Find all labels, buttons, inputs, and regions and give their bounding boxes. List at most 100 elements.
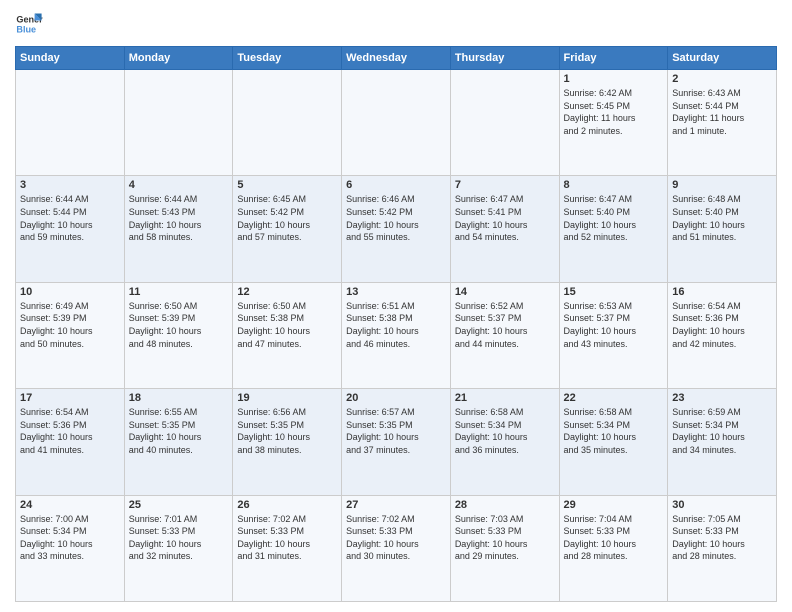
day-cell: 11 Sunrise: 6:50 AM Sunset: 5:39 PM Dayli…: [124, 282, 233, 388]
week-row-2: 3 Sunrise: 6:44 AM Sunset: 5:44 PM Daylig…: [16, 176, 777, 282]
weekday-header-wednesday: Wednesday: [342, 47, 451, 70]
day-info: Sunrise: 6:54 AM Sunset: 5:36 PM Dayligh…: [20, 406, 120, 456]
weekday-header-thursday: Thursday: [450, 47, 559, 70]
day-number: 13: [346, 286, 446, 298]
day-info: Sunrise: 7:04 AM Sunset: 5:33 PM Dayligh…: [564, 513, 664, 563]
day-cell: 2 Sunrise: 6:43 AM Sunset: 5:44 PM Daylig…: [668, 70, 777, 176]
day-number: 18: [129, 392, 229, 404]
weekday-header-sunday: Sunday: [16, 47, 125, 70]
day-number: 24: [20, 499, 120, 511]
day-cell: 25 Sunrise: 7:01 AM Sunset: 5:33 PM Dayli…: [124, 495, 233, 601]
day-cell: 10 Sunrise: 6:49 AM Sunset: 5:39 PM Dayli…: [16, 282, 125, 388]
page: General Blue SundayMondayTuesdayWednesda…: [0, 0, 792, 612]
day-cell: 22 Sunrise: 6:58 AM Sunset: 5:34 PM Dayli…: [559, 389, 668, 495]
day-cell: 27 Sunrise: 7:02 AM Sunset: 5:33 PM Dayli…: [342, 495, 451, 601]
day-number: 4: [129, 179, 229, 191]
week-row-5: 24Sunrise: 7:00 AM Sunset: 5:34 PM Dayli…: [16, 495, 777, 601]
calendar-table: SundayMondayTuesdayWednesdayThursdayFrid…: [15, 46, 777, 602]
day-info: Sunrise: 6:58 AM Sunset: 5:34 PM Dayligh…: [455, 406, 555, 456]
day-cell: 17 Sunrise: 6:54 AM Sunset: 5:36 PM Dayli…: [16, 389, 125, 495]
day-number: 8: [564, 179, 664, 191]
day-cell: 28 Sunrise: 7:03 AM Sunset: 5:33 PM Dayli…: [450, 495, 559, 601]
day-cell: 18 Sunrise: 6:55 AM Sunset: 5:35 PM Dayli…: [124, 389, 233, 495]
day-info: Sunrise: 6:47 AM Sunset: 5:40 PM Dayligh…: [564, 193, 664, 243]
weekday-header-saturday: Saturday: [668, 47, 777, 70]
day-number: 29: [564, 499, 664, 511]
day-number: 26: [237, 499, 337, 511]
day-number: 6: [346, 179, 446, 191]
day-info: Sunrise: 6:44 AM Sunset: 5:44 PM Dayligh…: [20, 193, 120, 243]
logo-icon: General Blue: [15, 10, 43, 38]
day-number: 11: [129, 286, 229, 298]
day-info: Sunrise: 6:49 AM Sunset: 5:39 PM Dayligh…: [20, 300, 120, 350]
week-row-4: 17 Sunrise: 6:54 AM Sunset: 5:36 PM Dayli…: [16, 389, 777, 495]
day-number: 10: [20, 286, 120, 298]
day-cell: 4 Sunrise: 6:44 AM Sunset: 5:43 PM Daylig…: [124, 176, 233, 282]
day-info: Sunrise: 6:52 AM Sunset: 5:37 PM Dayligh…: [455, 300, 555, 350]
day-info: Sunrise: 6:48 AM Sunset: 5:40 PM Dayligh…: [672, 193, 772, 243]
day-info: Sunrise: 6:51 AM Sunset: 5:38 PM Dayligh…: [346, 300, 446, 350]
day-cell: 23 Sunrise: 6:59 AM Sunset: 5:34 PM Dayli…: [668, 389, 777, 495]
day-info: Sunrise: 7:03 AM Sunset: 5:33 PM Dayligh…: [455, 513, 555, 563]
day-cell: 16Sunrise: 6:54 AM Sunset: 5:36 PM Dayli…: [668, 282, 777, 388]
day-info: Sunrise: 6:55 AM Sunset: 5:35 PM Dayligh…: [129, 406, 229, 456]
day-number: 28: [455, 499, 555, 511]
day-cell: 26 Sunrise: 7:02 AM Sunset: 5:33 PM Dayli…: [233, 495, 342, 601]
day-cell: 12 Sunrise: 6:50 AM Sunset: 5:38 PM Dayli…: [233, 282, 342, 388]
day-number: 12: [237, 286, 337, 298]
day-number: 3: [20, 179, 120, 191]
day-cell: 24Sunrise: 7:00 AM Sunset: 5:34 PM Dayli…: [16, 495, 125, 601]
day-info: Sunrise: 6:44 AM Sunset: 5:43 PM Dayligh…: [129, 193, 229, 243]
day-info: Sunrise: 6:53 AM Sunset: 5:37 PM Dayligh…: [564, 300, 664, 350]
day-cell: 8 Sunrise: 6:47 AM Sunset: 5:40 PM Daylig…: [559, 176, 668, 282]
logo: General Blue: [15, 10, 43, 38]
day-number: 2: [672, 73, 772, 85]
day-number: 23: [672, 392, 772, 404]
day-cell: 29 Sunrise: 7:04 AM Sunset: 5:33 PM Dayli…: [559, 495, 668, 601]
day-number: 21: [455, 392, 555, 404]
day-number: 19: [237, 392, 337, 404]
day-info: Sunrise: 6:54 AM Sunset: 5:36 PM Dayligh…: [672, 300, 772, 350]
week-row-1: 1 Sunrise: 6:42 AM Sunset: 5:45 PM Daylig…: [16, 70, 777, 176]
day-info: Sunrise: 6:46 AM Sunset: 5:42 PM Dayligh…: [346, 193, 446, 243]
day-info: Sunrise: 6:59 AM Sunset: 5:34 PM Dayligh…: [672, 406, 772, 456]
day-cell: 19Sunrise: 6:56 AM Sunset: 5:35 PM Dayli…: [233, 389, 342, 495]
day-cell: 7 Sunrise: 6:47 AM Sunset: 5:41 PM Daylig…: [450, 176, 559, 282]
day-info: Sunrise: 7:05 AM Sunset: 5:33 PM Dayligh…: [672, 513, 772, 563]
day-number: 22: [564, 392, 664, 404]
weekday-header-friday: Friday: [559, 47, 668, 70]
day-info: Sunrise: 6:43 AM Sunset: 5:44 PM Dayligh…: [672, 87, 772, 137]
day-cell: 21 Sunrise: 6:58 AM Sunset: 5:34 PM Dayli…: [450, 389, 559, 495]
day-number: 1: [564, 73, 664, 85]
weekday-header-tuesday: Tuesday: [233, 47, 342, 70]
day-number: 14: [455, 286, 555, 298]
svg-text:Blue: Blue: [16, 24, 36, 34]
day-number: 30: [672, 499, 772, 511]
day-info: Sunrise: 6:45 AM Sunset: 5:42 PM Dayligh…: [237, 193, 337, 243]
day-number: 25: [129, 499, 229, 511]
day-number: 9: [672, 179, 772, 191]
day-cell: 20Sunrise: 6:57 AM Sunset: 5:35 PM Dayli…: [342, 389, 451, 495]
day-cell: [233, 70, 342, 176]
day-number: 7: [455, 179, 555, 191]
weekday-header-row: SundayMondayTuesdayWednesdayThursdayFrid…: [16, 47, 777, 70]
day-cell: 6 Sunrise: 6:46 AM Sunset: 5:42 PM Daylig…: [342, 176, 451, 282]
weekday-header-monday: Monday: [124, 47, 233, 70]
day-info: Sunrise: 7:02 AM Sunset: 5:33 PM Dayligh…: [346, 513, 446, 563]
day-info: Sunrise: 6:50 AM Sunset: 5:38 PM Dayligh…: [237, 300, 337, 350]
header: General Blue: [15, 10, 777, 38]
day-info: Sunrise: 6:42 AM Sunset: 5:45 PM Dayligh…: [564, 87, 664, 137]
week-row-3: 10 Sunrise: 6:49 AM Sunset: 5:39 PM Dayli…: [16, 282, 777, 388]
day-cell: [16, 70, 125, 176]
day-cell: [450, 70, 559, 176]
day-number: 27: [346, 499, 446, 511]
day-info: Sunrise: 6:58 AM Sunset: 5:34 PM Dayligh…: [564, 406, 664, 456]
day-number: 17: [20, 392, 120, 404]
day-cell: 3 Sunrise: 6:44 AM Sunset: 5:44 PM Daylig…: [16, 176, 125, 282]
day-info: Sunrise: 6:47 AM Sunset: 5:41 PM Dayligh…: [455, 193, 555, 243]
day-cell: 5Sunrise: 6:45 AM Sunset: 5:42 PM Daylig…: [233, 176, 342, 282]
day-info: Sunrise: 6:50 AM Sunset: 5:39 PM Dayligh…: [129, 300, 229, 350]
day-info: Sunrise: 6:57 AM Sunset: 5:35 PM Dayligh…: [346, 406, 446, 456]
day-info: Sunrise: 7:01 AM Sunset: 5:33 PM Dayligh…: [129, 513, 229, 563]
day-info: Sunrise: 7:02 AM Sunset: 5:33 PM Dayligh…: [237, 513, 337, 563]
